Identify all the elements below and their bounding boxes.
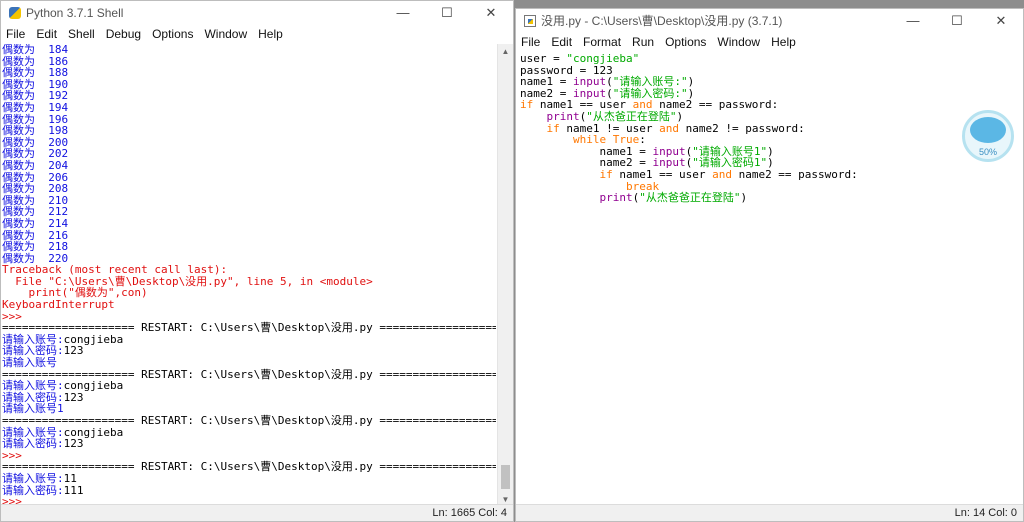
output-line: 偶数为 212 [2, 205, 69, 219]
output-line: 偶数为 216 [2, 228, 69, 242]
editor-menu-file[interactable]: File [516, 35, 546, 49]
output-line: 偶数为 198 [2, 124, 69, 138]
shell-menu-window[interactable]: Window [199, 27, 253, 41]
input-line: 请输入密码:123 [2, 390, 84, 404]
output-line: 偶数为 206 [2, 170, 69, 184]
editor-menu-window[interactable]: Window [712, 35, 766, 49]
output-line: 偶数为 210 [2, 193, 69, 207]
scroll-up-icon[interactable]: ▲ [498, 44, 513, 59]
input-line: 请输入密码:123 [2, 437, 84, 451]
output-line: 偶数为 208 [2, 182, 69, 196]
cursor-position: Ln: 14 Col: 0 [954, 507, 1017, 519]
editor-titlebar[interactable]: 没用.py - C:\Users\曹\Desktop\没用.py (3.7.1)… [516, 9, 1023, 32]
network-speed-widget[interactable]: 50% [962, 110, 1014, 162]
shell-menubar: File Edit Shell Debug Options Window Help [1, 24, 513, 44]
output-line: 偶数为 200 [2, 135, 69, 149]
close-button[interactable]: ✕ [979, 9, 1023, 32]
output-line: 偶数为 218 [2, 240, 69, 254]
maximize-button[interactable]: ☐ [425, 1, 469, 24]
editor-menu-options[interactable]: Options [660, 35, 712, 49]
input-line: 请输入密码:111 [2, 483, 84, 497]
shell-menu-options[interactable]: Options [147, 27, 199, 41]
output-line: 偶数为 184 [2, 44, 69, 56]
shell-menu-help[interactable]: Help [253, 27, 289, 41]
chat-bubble-icon [970, 117, 1006, 143]
editor-menubar: File Edit Format Run Options Window Help [516, 32, 1023, 52]
editor-menu-help[interactable]: Help [766, 35, 802, 49]
output-line: 偶数为 192 [2, 89, 69, 103]
editor-title: 没用.py - C:\Users\曹\Desktop\没用.py (3.7.1) [541, 14, 783, 28]
editor-menu-format[interactable]: Format [578, 35, 627, 49]
output-line: 偶数为 186 [2, 54, 69, 68]
shell-title: Python 3.7.1 Shell [26, 5, 124, 20]
shell-statusbar: Ln: 1665 Col: 4 [1, 504, 513, 521]
input-line: 请输入账号 [2, 356, 57, 370]
maximize-button[interactable]: ☐ [935, 9, 979, 32]
shell-menu-shell[interactable]: Shell [63, 27, 101, 41]
code-editor[interactable]: user = "congjieba" password = 123 name1 … [520, 53, 1023, 513]
output-line: 偶数为 194 [2, 100, 69, 114]
shell-titlebar[interactable]: Python 3.7.1 Shell — ☐ ✕ [1, 1, 513, 24]
input-line: 请输入密码:123 [2, 344, 84, 358]
editor-window: 没用.py - C:\Users\曹\Desktop\没用.py (3.7.1)… [515, 8, 1024, 522]
output-line: 偶数为 214 [2, 216, 69, 230]
python-file-icon [524, 14, 536, 27]
output-line: 偶数为 202 [2, 147, 69, 161]
editor-statusbar: Ln: 14 Col: 0 [516, 504, 1023, 521]
widget-percent: 50% [978, 147, 997, 157]
shell-menu-edit[interactable]: Edit [31, 27, 63, 41]
editor-menu-run[interactable]: Run [627, 35, 660, 49]
output-line: 偶数为 196 [2, 112, 69, 126]
shell-menu-debug[interactable]: Debug [101, 27, 147, 41]
close-button[interactable]: ✕ [469, 1, 513, 24]
traceback-line: KeyboardInterrupt [2, 298, 115, 312]
minimize-button[interactable]: — [891, 9, 935, 32]
output-line: 偶数为 190 [2, 77, 69, 91]
shell-output[interactable]: 偶数为 184 偶数为 186 偶数为 188 偶数为 190 偶数为 192 偶数为 1… [2, 44, 496, 507]
editor-menu-edit[interactable]: Edit [546, 35, 578, 49]
scroll-thumb[interactable] [501, 465, 510, 489]
python-shell-window: Python 3.7.1 Shell — ☐ ✕ File Edit Shell De… [0, 0, 514, 522]
output-line: 偶数为 188 [2, 66, 69, 80]
minimize-button[interactable]: — [381, 1, 425, 24]
python-icon [9, 6, 21, 19]
shell-scrollbar[interactable]: ▲ ▼ [497, 44, 513, 507]
cursor-position: Ln: 1665 Col: 4 [432, 507, 507, 519]
shell-menu-file[interactable]: File [1, 27, 31, 41]
output-line: 偶数为 204 [2, 158, 69, 172]
